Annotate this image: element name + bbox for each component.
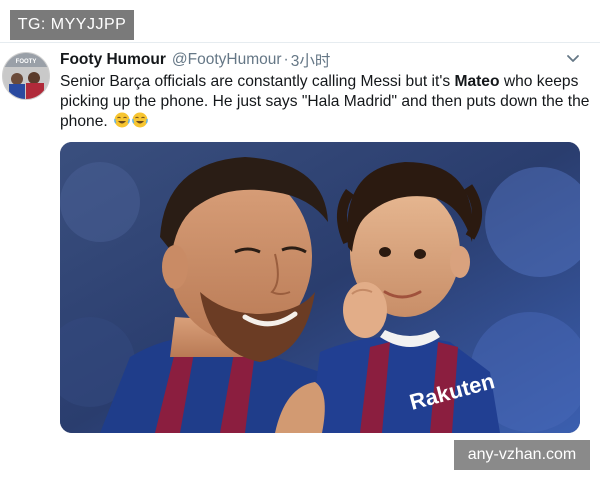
header-separator: · xyxy=(283,51,289,68)
tweet-text-mention: Mateo xyxy=(454,73,500,90)
avatar-image: FOOTY xyxy=(3,53,49,99)
joy-emoji-icon xyxy=(114,112,130,128)
tweet-timestamp[interactable]: 3小时 xyxy=(291,49,331,71)
messi-and-mateo-photo: Rakuten xyxy=(60,142,580,433)
tweet-screenshot: TG: MYYJJPP FOOTY Footy Humour @FootyHum… xyxy=(0,0,600,480)
joy-emoji-icon xyxy=(132,112,148,128)
tweet-text-part-1: Senior Barça officials are constantly ca… xyxy=(60,73,455,90)
author-handle[interactable]: @FootyHumour xyxy=(172,51,282,69)
tweet-header: Footy Humour @FootyHumour · 3小时 xyxy=(60,50,330,70)
top-watermark-label: TG: MYYJJPP xyxy=(10,10,134,40)
timeline-divider xyxy=(0,42,600,43)
svg-text:FOOTY: FOOTY xyxy=(16,59,37,65)
tweet-photo[interactable]: Rakuten xyxy=(60,142,580,433)
author-display-name[interactable]: Footy Humour xyxy=(60,51,166,69)
tweet-body: Senior Barça officials are constantly ca… xyxy=(60,72,590,132)
bottom-watermark-label: any-vzhan.com xyxy=(454,440,590,470)
profile-avatar[interactable]: FOOTY xyxy=(2,52,50,100)
chevron-down-icon[interactable] xyxy=(566,54,580,64)
